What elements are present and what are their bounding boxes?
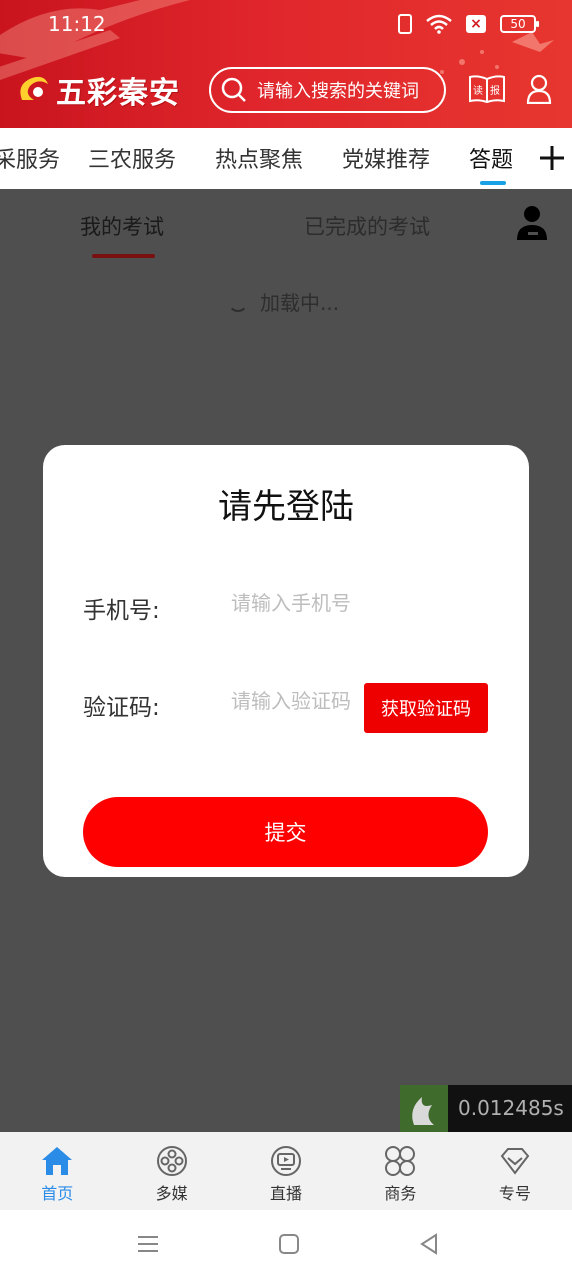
tab-hot-topics[interactable]: 热点聚焦 [215, 142, 303, 174]
bottom-nav: 首页 多媒 直播 商务 专号 [0, 1132, 572, 1210]
wifi-icon [426, 14, 452, 34]
newspaper-icon[interactable]: 读 报 [468, 74, 506, 104]
back-icon[interactable] [418, 1233, 440, 1255]
system-nav-bar [0, 1210, 572, 1280]
vibrate-icon [398, 14, 412, 34]
channel-tabs: 采服务 三农服务 热点聚焦 党媒推荐 答题 [0, 128, 572, 189]
modal-title: 请先登陆 [218, 487, 354, 527]
status-icons: × 50 [398, 14, 539, 34]
svg-text:读: 读 [473, 84, 483, 97]
code-label: 验证码: [83, 695, 160, 721]
nav-home-label: 首页 [41, 1184, 74, 1203]
loading-text: 加载中... [260, 291, 340, 315]
get-code-button[interactable]: 获取验证码 [364, 683, 488, 733]
home-square-icon[interactable] [278, 1233, 300, 1255]
tab-quiz[interactable]: 答题 [469, 142, 513, 174]
submit-button[interactable]: 提交 [83, 797, 488, 867]
code-input[interactable] [231, 689, 355, 713]
phone-input[interactable] [231, 591, 431, 615]
phone-label: 手机号: [83, 598, 160, 624]
app-logo: 五彩秦安 [14, 68, 180, 112]
add-channel-icon[interactable] [538, 140, 566, 176]
active-tab-indicator [480, 181, 506, 185]
tab-completed-exams[interactable]: 已完成的考试 [304, 211, 430, 241]
search-bar[interactable]: 请输入搜索的关键词 [209, 67, 446, 113]
app-header: 11:12 × 50 五彩秦安 请输入搜索的关键词 读 报 [0, 0, 572, 128]
diamond-icon [500, 1148, 530, 1175]
menu-icon[interactable] [137, 1233, 159, 1255]
nav-live[interactable]: 直播 [229, 1132, 343, 1210]
svg-text:报: 报 [490, 84, 500, 97]
search-icon [221, 77, 246, 102]
search-placeholder: 请输入搜索的关键词 [257, 81, 419, 102]
tab-my-exams[interactable]: 我的考试 [80, 211, 164, 241]
nav-business-label: 商务 [384, 1184, 417, 1203]
battery-icon: 50 [500, 15, 539, 33]
debug-timer-overlay: 0.012485s [400, 1085, 572, 1132]
tab-services[interactable]: 采服务 [0, 142, 60, 174]
logo-text: 五彩秦安 [56, 76, 180, 111]
overlay-thumbnail [400, 1085, 448, 1132]
home-icon [42, 1147, 73, 1175]
grid-icon [385, 1146, 416, 1176]
timer-value: 0.012485s [448, 1085, 572, 1132]
login-modal: 请先登陆 手机号: 验证码: 获取验证码 提交 [43, 445, 529, 877]
nav-special-label: 专号 [498, 1184, 531, 1203]
loading-indicator: 加载中... [228, 287, 339, 316]
user-icon[interactable] [526, 74, 552, 104]
spinner-icon [228, 292, 248, 312]
film-reel-icon [156, 1146, 187, 1176]
nav-home[interactable]: 首页 [0, 1132, 114, 1210]
exam-tab-indicator [92, 254, 155, 258]
nav-business[interactable]: 商务 [343, 1132, 457, 1210]
nav-media-label: 多媒 [155, 1184, 188, 1203]
tab-agriculture[interactable]: 三农服务 [88, 142, 176, 174]
profile-icon[interactable] [516, 205, 548, 241]
nav-special[interactable]: 专号 [458, 1132, 572, 1210]
tab-party-media[interactable]: 党媒推荐 [342, 142, 430, 174]
logo-mark-icon [20, 76, 48, 100]
nav-media[interactable]: 多媒 [114, 1132, 228, 1210]
tv-icon [271, 1146, 302, 1176]
flame-icon [412, 1097, 434, 1125]
nav-live-label: 直播 [270, 1184, 303, 1203]
status-time: 11:12 [48, 12, 106, 36]
sim-off-icon: × [466, 15, 486, 33]
